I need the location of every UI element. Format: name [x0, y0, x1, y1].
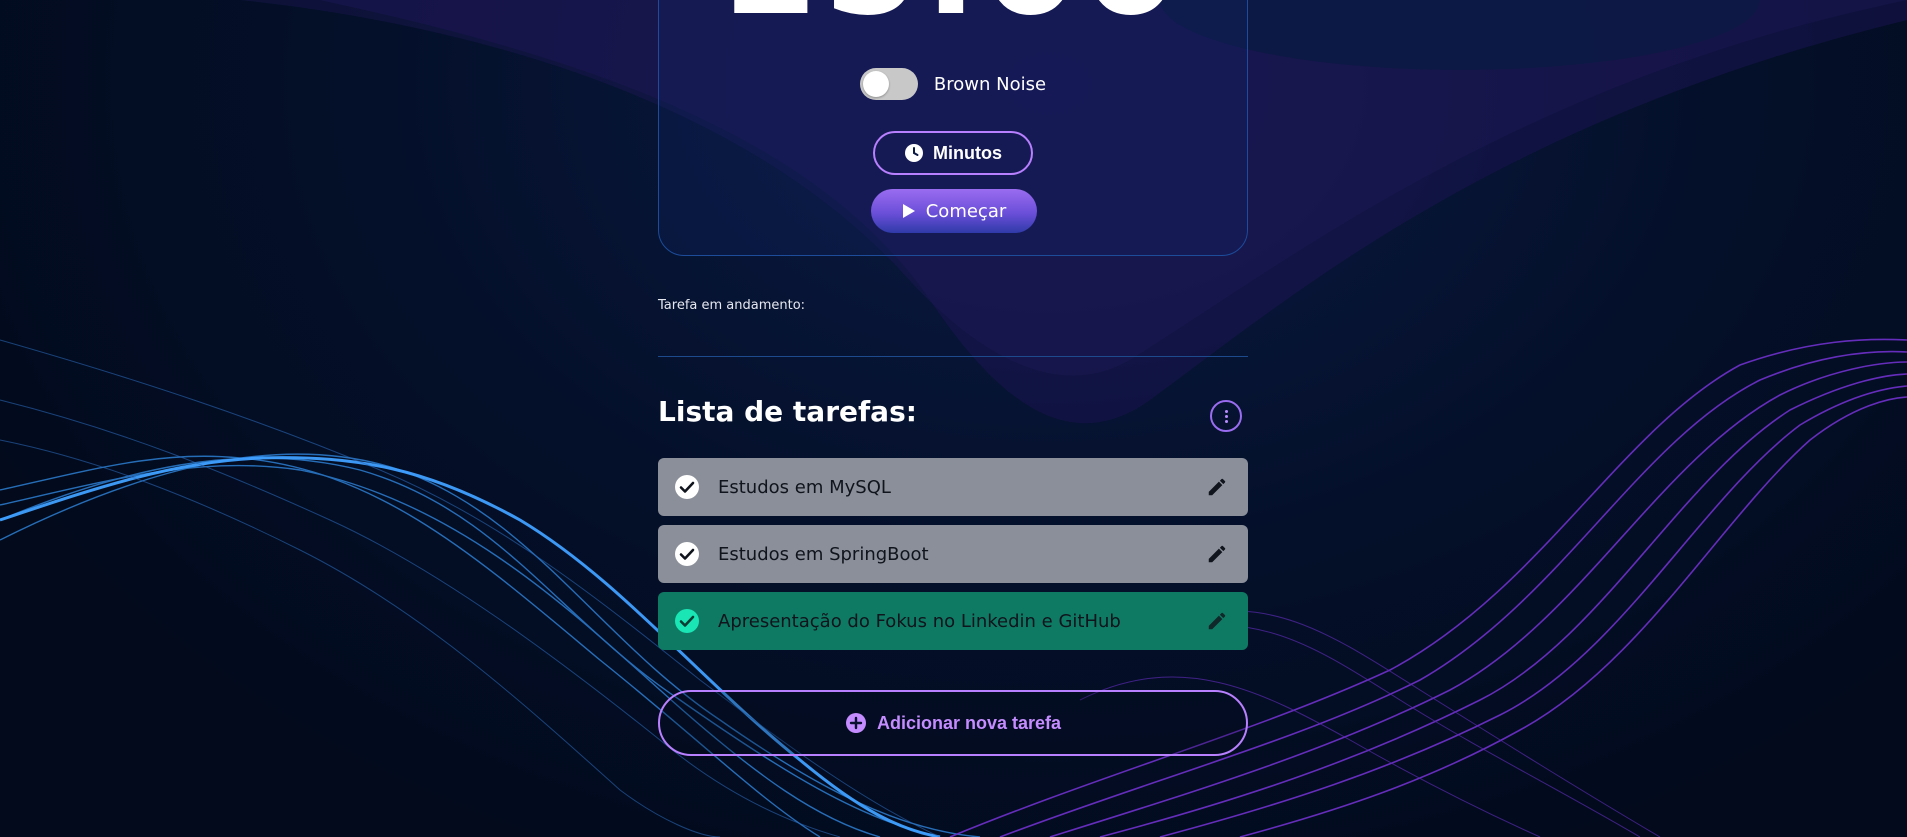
task-label: Apresentação do Fokus no Linkedin e GitH… [718, 610, 1121, 632]
task-list-title: Lista de tarefas: [658, 395, 917, 428]
current-task-label: Tarefa em andamento: [658, 298, 806, 313]
timer-card: 25:00 Brown Noise Minutos Começar [658, 0, 1248, 256]
timer-display: 25:00 [659, 0, 1247, 35]
kebab-menu-icon [1224, 409, 1228, 413]
task-label: Estudos em MySQL [718, 476, 891, 498]
pencil-icon[interactable] [1206, 476, 1228, 498]
check-circle-icon[interactable] [674, 608, 700, 634]
brown-noise-row: Brown Noise [659, 68, 1247, 100]
brown-noise-toggle[interactable] [859, 68, 918, 100]
task-item[interactable]: Estudos em MySQL [658, 458, 1248, 516]
minutes-button[interactable]: Minutos [873, 131, 1033, 175]
minutes-button-label: Minutos [933, 142, 1002, 163]
section-divider [658, 356, 1248, 357]
task-item-active[interactable]: Apresentação do Fokus no Linkedin e GitH… [658, 592, 1248, 650]
toggle-knob [862, 71, 889, 97]
check-circle-icon[interactable] [674, 541, 700, 567]
check-circle-icon[interactable] [674, 474, 700, 500]
pencil-icon[interactable] [1206, 610, 1228, 632]
add-task-label: Adicionar nova tarefa [876, 712, 1062, 733]
task-label: Estudos em SpringBoot [718, 543, 929, 565]
pencil-icon[interactable] [1206, 543, 1228, 565]
more-options-button[interactable] [1210, 400, 1242, 432]
clock-icon [905, 144, 923, 162]
brown-noise-label: Brown Noise [933, 73, 1047, 95]
start-button-label: Começar [925, 200, 1007, 222]
start-button[interactable]: Começar [871, 189, 1037, 233]
task-item[interactable]: Estudos em SpringBoot [658, 525, 1248, 583]
app-background: 25:00 Brown Noise Minutos Começar Tarefa… [0, 0, 1907, 837]
play-icon [902, 204, 915, 218]
add-task-button[interactable]: Adicionar nova tarefa [658, 690, 1248, 756]
plus-circle-icon [845, 713, 866, 733]
